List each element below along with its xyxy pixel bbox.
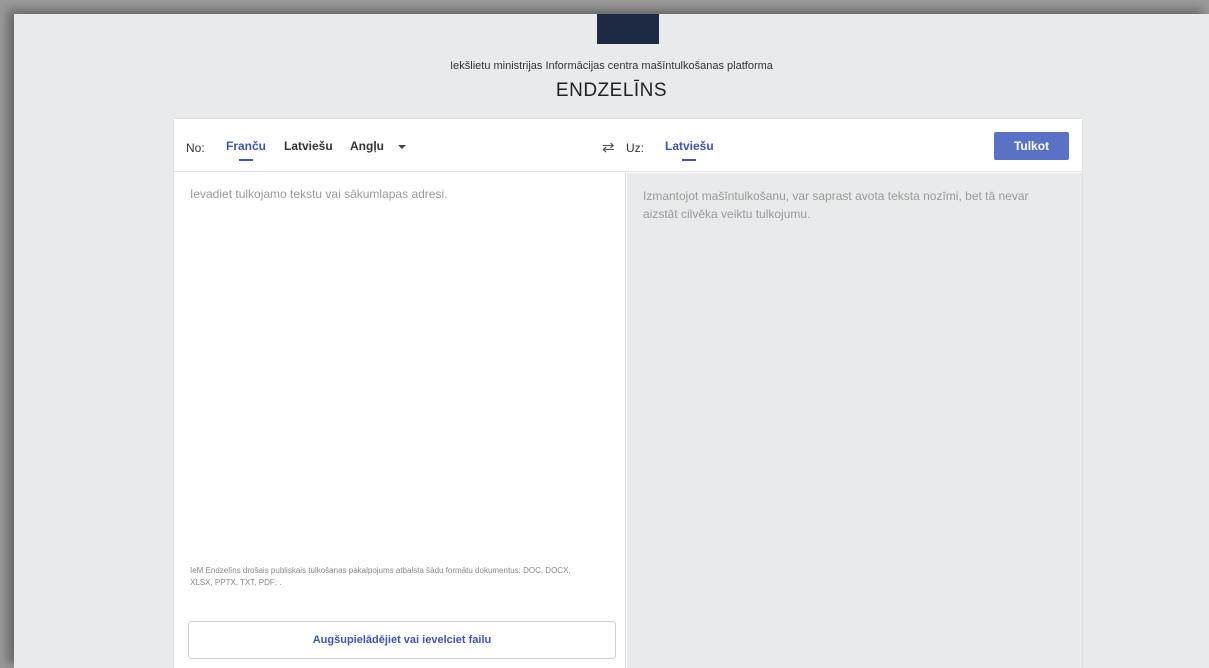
translation-output-placeholder: Izmantojot mašīntulkošanu, var saprast a…: [643, 189, 1029, 221]
upload-file-button[interactable]: Augšupielādējiet vai ievelciet failu: [188, 621, 616, 659]
source-lang-french[interactable]: Franču: [226, 139, 267, 161]
target-lang-latvian[interactable]: Latviešu: [665, 139, 714, 161]
more-languages-dropdown-icon[interactable]: [398, 145, 406, 149]
translator-card: No: Franču Latviešu Angļu ⇄ Uz: Latviešu…: [174, 119, 1082, 668]
source-lang-label: Angļu: [350, 139, 384, 153]
source-lang-label: Franču: [226, 139, 267, 153]
swap-arrows-icon[interactable]: ⇄: [602, 138, 615, 156]
to-label: Uz:: [626, 141, 644, 155]
app-window: Iekšlietu ministrijas Informācijas centr…: [14, 14, 1209, 668]
language-toolbar: No: Franču Latviešu Angļu ⇄ Uz: Latviešu…: [174, 119, 1082, 172]
from-label: No:: [186, 141, 205, 155]
translate-button[interactable]: Tulkot: [994, 132, 1069, 160]
source-lang-english[interactable]: Angļu: [350, 139, 384, 153]
source-lang-latvian[interactable]: Latviešu: [284, 139, 333, 153]
source-pane: IeM Endzelīns drošais publiskais tulkoša…: [174, 173, 626, 668]
logo: [597, 14, 659, 44]
target-pane: Izmantojot mašīntulkošanu, var saprast a…: [627, 173, 1082, 668]
source-lang-label: Latviešu: [284, 139, 333, 153]
source-text-input[interactable]: [190, 187, 610, 557]
active-indicator: [239, 159, 253, 161]
page-title: ENDZELĪNS: [555, 80, 668, 101]
target-lang-label: Latviešu: [665, 139, 714, 153]
page-subtitle: Iekšlietu ministrijas Informācijas centr…: [450, 60, 773, 72]
active-indicator: [682, 159, 697, 161]
supported-formats-note: IeM Endzelīns drošais publiskais tulkoša…: [190, 566, 571, 587]
